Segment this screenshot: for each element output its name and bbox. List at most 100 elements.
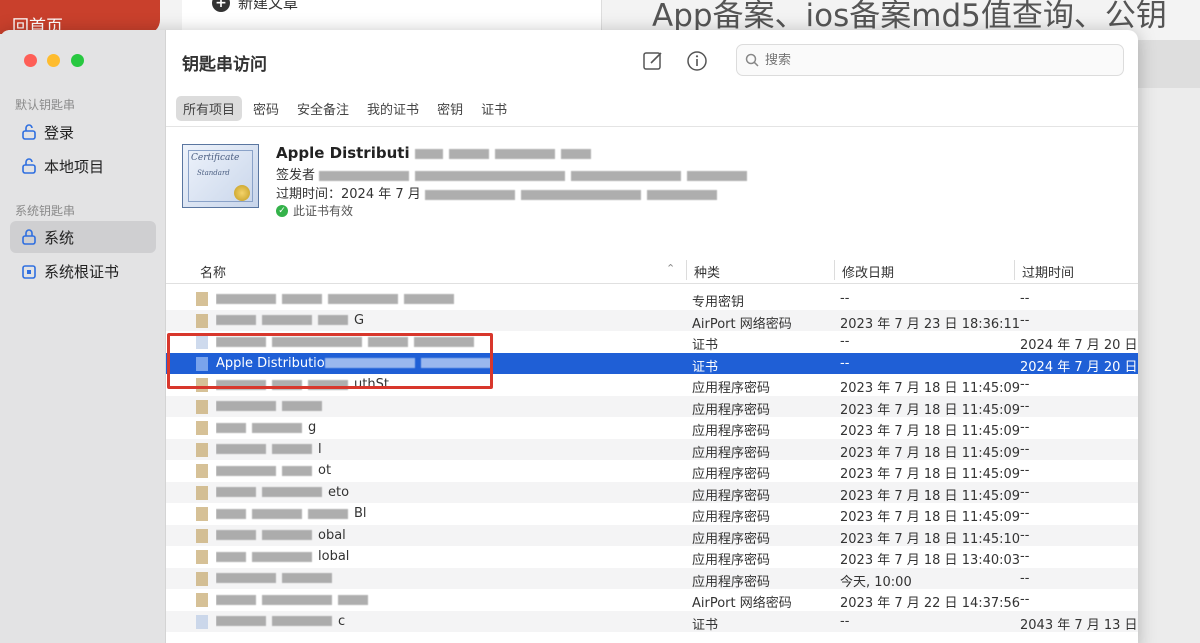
row-kind: 专用密钥 bbox=[692, 295, 745, 310]
column-header-modified[interactable]: 修改日期 bbox=[842, 262, 894, 281]
tab-keys[interactable]: 密钥 bbox=[430, 96, 470, 121]
row-kind: 应用程序密码 bbox=[692, 510, 771, 525]
certificate-expiry: 过期时间：2024 年 7 月 bbox=[276, 183, 723, 202]
row-name bbox=[216, 399, 696, 414]
sidebar-item-system[interactable]: 系统 bbox=[10, 221, 156, 253]
row-modified-date: -- bbox=[840, 355, 850, 371]
row-modified-date: 2023 年 7 月 18 日 11:45:09 bbox=[840, 445, 1021, 461]
row-expires: -- bbox=[1020, 592, 1030, 607]
row-name bbox=[216, 571, 696, 586]
sidebar-item-login[interactable]: 登录 bbox=[10, 116, 156, 148]
column-divider[interactable] bbox=[686, 260, 687, 280]
table-row[interactable]: c 证书 -- 2043 年 7 月 13 日 bbox=[166, 610, 1138, 633]
column-header-expires[interactable]: 过期时间 bbox=[1022, 262, 1074, 281]
row-expires: 2043 年 7 月 13 日 bbox=[1020, 617, 1138, 633]
search-input[interactable] bbox=[765, 52, 1095, 68]
row-modified-date: -- bbox=[840, 613, 850, 629]
table-row[interactable]: g 应用程序密码 2023 年 7 月 18 日 11:45:09 -- bbox=[166, 417, 1138, 439]
checkmark-icon: ✓ bbox=[276, 204, 288, 217]
password-key-icon bbox=[196, 571, 208, 586]
table-row[interactable]: 应用程序密码 今天, 10:00 -- bbox=[166, 567, 1138, 590]
plus-icon[interactable]: + bbox=[212, 0, 230, 12]
tab-certificates[interactable]: 证书 bbox=[474, 96, 514, 121]
row-modified-date: 2023 年 7 月 18 日 11:45:09 bbox=[840, 402, 1021, 418]
certificate-icon bbox=[196, 614, 208, 629]
row-kind: AirPort 网络密码 bbox=[692, 596, 792, 611]
row-modified-date: 2023 年 7 月 18 日 11:45:09 bbox=[840, 424, 1021, 439]
compose-icon[interactable] bbox=[640, 48, 666, 74]
row-name: obal bbox=[216, 528, 696, 543]
zoom-window-button[interactable] bbox=[71, 54, 84, 67]
row-expires: -- bbox=[1020, 441, 1030, 457]
row-expires: 2024 年 7 月 20 日 10 bbox=[1020, 338, 1138, 353]
table-row[interactable]: AirPort 网络密码 2023 年 7 月 22 日 14:37:56 -- bbox=[166, 589, 1138, 611]
sidebar-item-label: 本地项目 bbox=[44, 157, 105, 176]
password-key-icon bbox=[196, 507, 208, 521]
column-divider[interactable] bbox=[834, 260, 835, 280]
new-post-button[interactable]: 新建文章 bbox=[238, 0, 298, 13]
row-name: G bbox=[216, 313, 696, 328]
info-icon[interactable] bbox=[684, 48, 710, 74]
search-field[interactable] bbox=[736, 44, 1124, 76]
password-key-icon bbox=[196, 550, 208, 564]
table-header: 名称 ⌃ 种类 修改日期 过期时间 bbox=[166, 256, 1138, 284]
row-modified-date: -- bbox=[840, 291, 850, 306]
row-kind: 应用程序密码 bbox=[692, 574, 771, 590]
close-window-button[interactable] bbox=[24, 54, 37, 67]
lock-icon bbox=[22, 229, 36, 245]
row-name bbox=[216, 592, 696, 607]
row-kind: 证书 bbox=[692, 338, 719, 353]
sidebar-item-local[interactable]: 本地项目 bbox=[10, 150, 156, 182]
sidebar-item-label: 系统 bbox=[44, 228, 75, 247]
column-divider[interactable] bbox=[1014, 260, 1015, 280]
row-kind: 应用程序密码 bbox=[692, 531, 771, 547]
row-kind: 应用程序密码 bbox=[692, 553, 771, 568]
row-expires: -- bbox=[1020, 484, 1030, 500]
row-expires: -- bbox=[1020, 570, 1030, 586]
tab-secure-notes[interactable]: 安全备注 bbox=[290, 96, 356, 121]
table-row[interactable]: lobal 应用程序密码 2023 年 7 月 18 日 13:40:03 -- bbox=[166, 546, 1138, 568]
sidebar-section-default: 默认钥匙串 bbox=[15, 98, 76, 112]
tab-all-items[interactable]: 所有项目 bbox=[176, 96, 243, 121]
certificate-status: ✓ 此证书有效 bbox=[276, 202, 353, 219]
row-kind: 应用程序密码 bbox=[692, 402, 771, 418]
background-panel bbox=[1138, 88, 1200, 643]
minimize-window-button[interactable] bbox=[47, 54, 60, 67]
row-name: c bbox=[216, 614, 696, 629]
row-kind: 应用程序密码 bbox=[692, 445, 771, 461]
row-modified-date: -- bbox=[840, 334, 850, 349]
column-header-name[interactable]: 名称 bbox=[200, 262, 226, 281]
table-row[interactable]: 应用程序密码 2023 年 7 月 18 日 11:45:09 -- bbox=[166, 395, 1138, 418]
sidebar: 默认钥匙串 登录 本地项目 系统钥匙串 系统 系统根证书 bbox=[0, 30, 166, 643]
password-key-icon bbox=[196, 399, 208, 414]
background-panel bbox=[1138, 40, 1200, 88]
column-header-kind[interactable]: 种类 bbox=[694, 262, 720, 281]
certificate-name: Apple Distributi bbox=[276, 144, 597, 162]
table-row[interactable]: obal 应用程序密码 2023 年 7 月 18 日 11:45:10 -- bbox=[166, 524, 1138, 547]
sort-ascending-icon[interactable]: ⌃ bbox=[666, 262, 675, 275]
table-row[interactable]: 专用密钥 -- -- bbox=[166, 288, 1138, 310]
row-expires: -- bbox=[1020, 312, 1030, 328]
row-modified-date: 2023 年 7 月 18 日 11:45:10 bbox=[840, 531, 1021, 547]
sidebar-item-label: 登录 bbox=[44, 123, 75, 142]
home-button[interactable]: 回首页 bbox=[0, 0, 160, 37]
sidebar-item-system-roots[interactable]: 系统根证书 bbox=[10, 255, 156, 287]
table-row[interactable]: Bl 应用程序密码 2023 年 7 月 18 日 11:45:09 -- bbox=[166, 503, 1138, 525]
row-name: g bbox=[216, 420, 696, 435]
row-expires: -- bbox=[1020, 527, 1030, 543]
table-row[interactable]: eto 应用程序密码 2023 年 7 月 18 日 11:45:09 -- bbox=[166, 481, 1138, 504]
sidebar-item-label: 系统根证书 bbox=[44, 262, 120, 281]
row-kind: 应用程序密码 bbox=[692, 424, 771, 439]
tab-passwords[interactable]: 密码 bbox=[246, 96, 286, 121]
password-key-icon bbox=[196, 485, 208, 500]
row-expires: -- bbox=[1020, 398, 1030, 414]
table-row[interactable]: G AirPort 网络密码 2023 年 7 月 23 日 18:36:11 -- bbox=[166, 309, 1138, 332]
row-expires: -- bbox=[1020, 506, 1030, 521]
password-key-icon bbox=[196, 528, 208, 543]
password-key-icon bbox=[196, 313, 208, 328]
password-key-icon bbox=[196, 421, 208, 435]
row-name: ot bbox=[216, 463, 696, 478]
table-row[interactable]: ot 应用程序密码 2023 年 7 月 18 日 11:45:09 -- bbox=[166, 460, 1138, 482]
tab-my-certificates[interactable]: 我的证书 bbox=[360, 96, 426, 121]
table-row[interactable]: l 应用程序密码 2023 年 7 月 18 日 11:45:09 -- bbox=[166, 438, 1138, 461]
